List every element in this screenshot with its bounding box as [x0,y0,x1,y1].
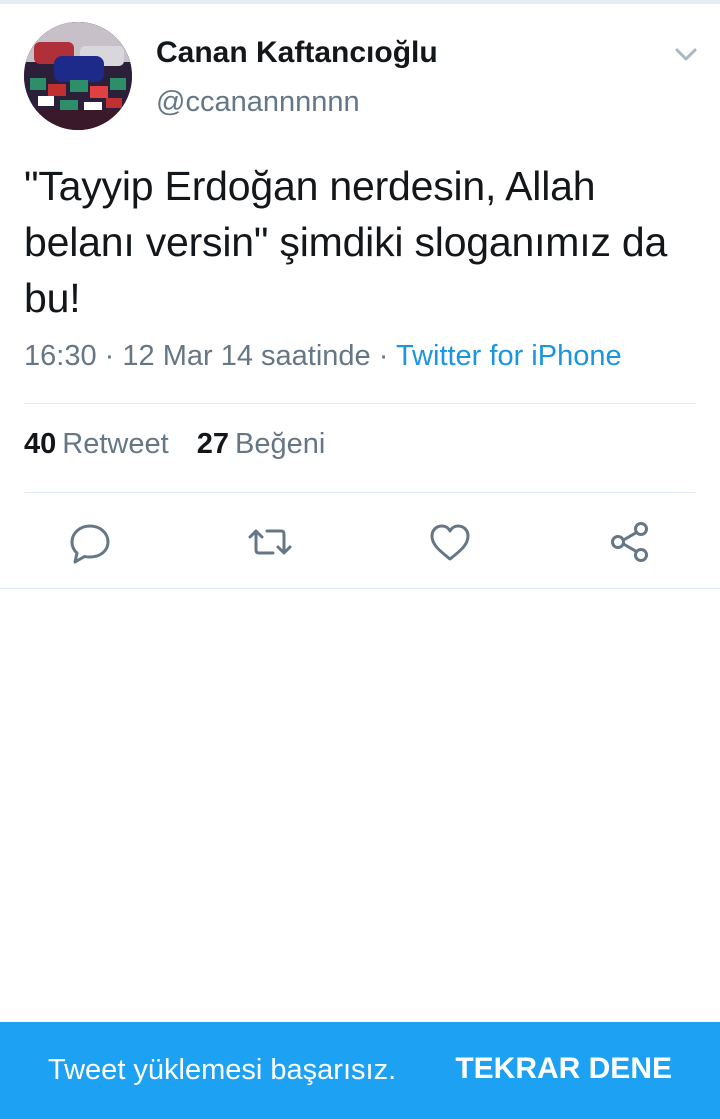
retweets-label: Retweet [62,428,169,460]
likes-label: Beğeni [234,428,326,460]
error-snackbar: Tweet yüklemesi başarısız. TEKRAR DENE [0,1022,720,1119]
divider [24,492,696,493]
tweet-detail-page: Canan Kaftancıoğlu @ccanannnnnn "Tayyip … [0,0,720,1119]
author-handle[interactable]: @ccanannnnnn [156,86,360,119]
reply-button[interactable] [66,518,114,566]
reply-icon [70,524,110,564]
retry-button[interactable]: TEKRAR DENE [455,1052,672,1086]
meta-separator-2: · [378,340,389,372]
like-button[interactable] [426,518,474,566]
retweet-icon [248,529,292,555]
divider [24,403,696,404]
top-divider [0,0,720,4]
retweets-stat[interactable]: 40 Retweet [24,428,169,461]
snackbar-message: Tweet yüklemesi başarısız. [48,1054,397,1086]
heart-icon [430,524,470,561]
tweet-meta: 16:30 · 12 Mar 14 saatinde · Twitter for… [24,340,622,373]
tweet-text: "Tayyip Erdoğan nerdesin, Allah belanı v… [24,163,668,321]
retweet-button[interactable] [246,518,294,566]
divider [0,588,720,589]
author-display-name[interactable]: Canan Kaftancıoğlu [156,36,438,70]
chevron-down-icon[interactable] [668,36,704,72]
avatar[interactable] [24,22,132,130]
share-button[interactable] [606,518,654,566]
retweets-count: 40 [24,428,57,460]
likes-count: 27 [196,428,229,460]
meta-separator: · [104,340,115,372]
tweet-source-link[interactable]: Twitter for iPhone [396,340,622,372]
tweet-stats: 40 Retweet 27 Beğeni [24,428,345,461]
tweet-date: 12 Mar 14 saatinde [122,340,371,372]
likes-stat[interactable]: 27 Beğeni [197,428,326,461]
tweet-time: 16:30 [24,340,97,372]
share-icon [611,522,648,562]
